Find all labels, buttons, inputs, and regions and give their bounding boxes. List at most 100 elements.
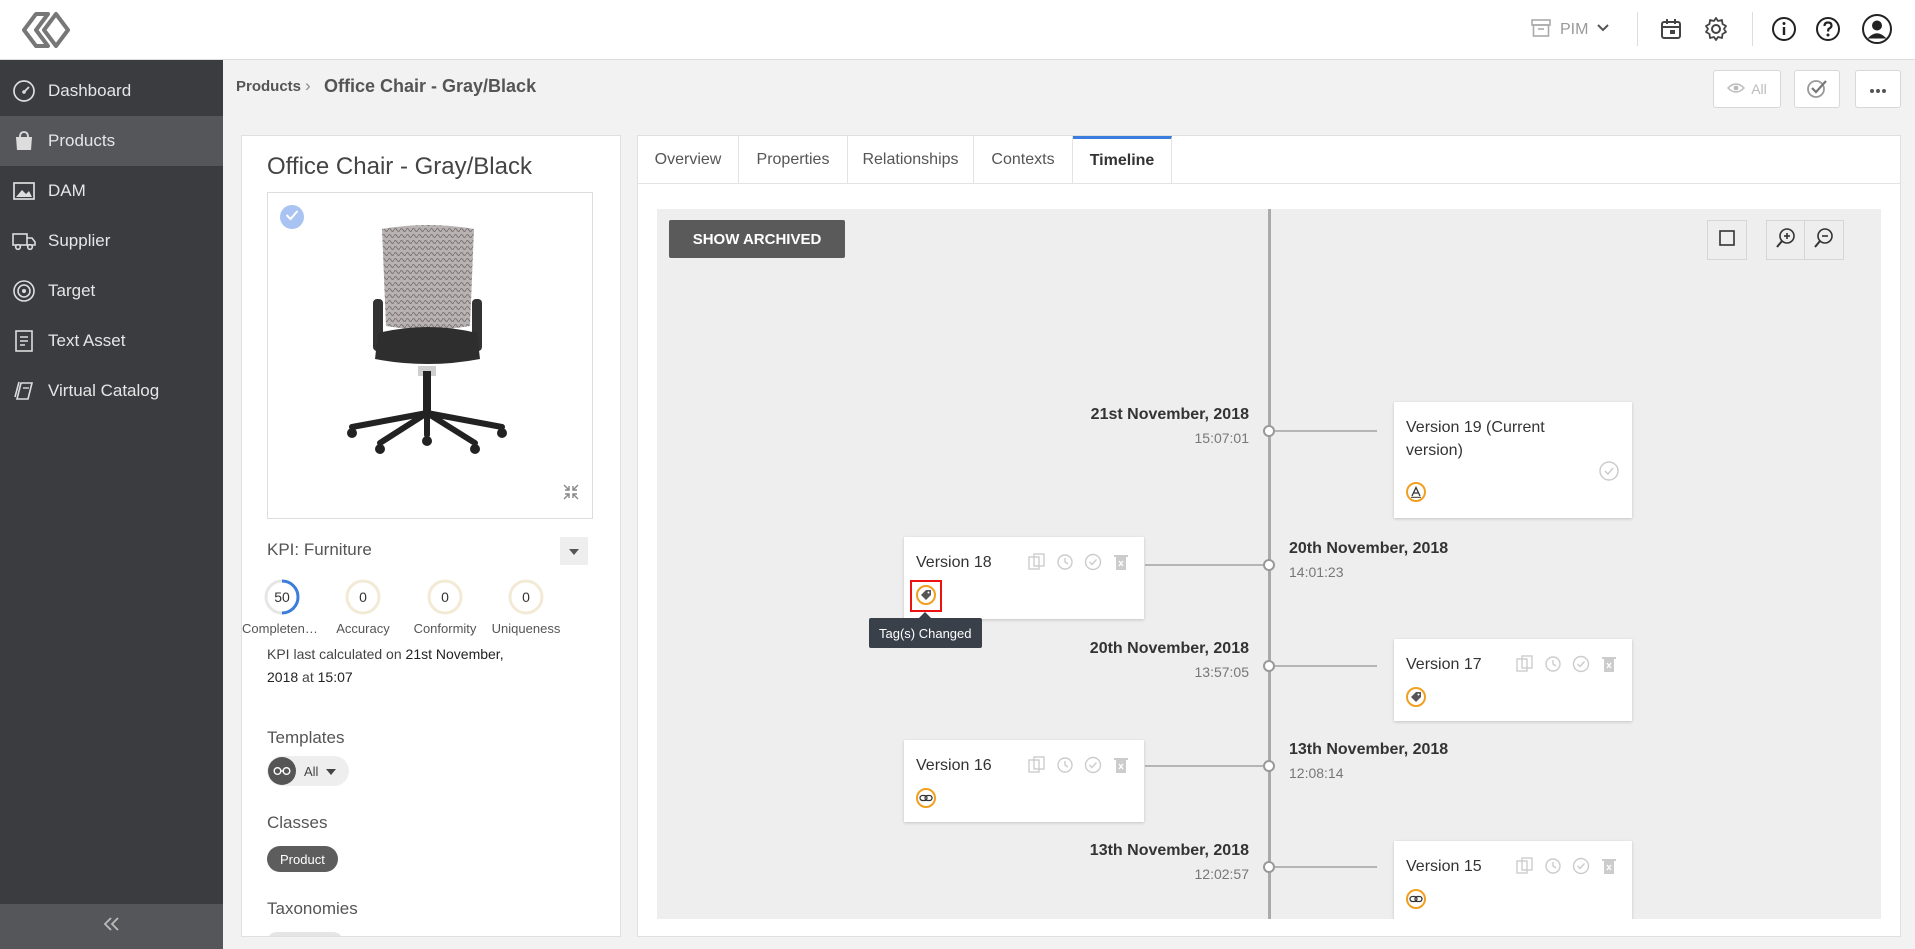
archive-box-icon — [1530, 17, 1552, 44]
settings-gear-icon[interactable] — [1699, 12, 1733, 46]
timeline-node[interactable] — [1263, 559, 1275, 571]
restore-icon[interactable] — [1054, 551, 1076, 573]
version-title: Version 19 (Current version) — [1406, 419, 1545, 459]
user-avatar-icon[interactable] — [1860, 12, 1894, 46]
tab-relationships[interactable]: Relationships — [848, 136, 974, 183]
kpi-conformity[interactable]: 0 Conformity — [405, 579, 485, 636]
timeline-time: 15:07:01 — [1194, 430, 1250, 446]
checkmark-circle-icon[interactable] — [1570, 653, 1592, 675]
sidebar-item-virtual-catalog[interactable]: Virtual Catalog — [0, 366, 223, 416]
sidebar: Dashboard Products DAM Supplier Target T… — [0, 60, 223, 949]
sidebar-item-dashboard[interactable]: Dashboard — [0, 66, 223, 116]
sidebar-item-dam[interactable]: DAM — [0, 166, 223, 216]
timeline-node[interactable] — [1263, 660, 1275, 672]
product-image-frame — [267, 192, 593, 519]
kpi-completeness[interactable]: 50 Completene... — [242, 579, 322, 636]
kpi-accuracy[interactable]: 0 Accuracy — [323, 579, 403, 636]
view-filter-button[interactable]: All — [1713, 70, 1781, 108]
kpi-value: 0 — [359, 589, 367, 605]
delete-icon[interactable] — [1110, 551, 1132, 573]
tab-properties[interactable]: Properties — [739, 136, 848, 183]
dashboard-icon — [0, 79, 48, 103]
checkmark-circle-icon[interactable] — [1570, 855, 1592, 877]
sidebar-item-supplier[interactable]: Supplier — [0, 216, 223, 266]
attribute-changed-icon[interactable] — [1406, 482, 1426, 502]
version-card[interactable]: Version 19 (Current version) — [1394, 402, 1632, 518]
sidebar-item-products[interactable]: Products — [0, 116, 223, 166]
show-archived-button[interactable]: SHOW ARCHIVED — [669, 220, 845, 258]
calendar-icon[interactable] — [1654, 12, 1688, 46]
zoom-out-button[interactable] — [1804, 220, 1844, 260]
kpi-name: Uniqueness — [491, 621, 561, 636]
version-actions — [1514, 653, 1620, 675]
restore-icon[interactable] — [1542, 653, 1564, 675]
kpi-value: 0 — [441, 589, 449, 605]
timeline-node[interactable] — [1263, 425, 1275, 437]
delete-icon[interactable] — [1598, 653, 1620, 675]
kpi-label: KPI: Furniture — [267, 540, 372, 559]
check-button[interactable] — [1794, 70, 1840, 108]
templates-selector[interactable]: All — [267, 756, 349, 786]
timeline-time: 12:02:57 — [1194, 866, 1250, 882]
more-options-button[interactable] — [1855, 70, 1901, 108]
tab-contexts[interactable]: Contexts — [974, 136, 1073, 183]
checkmark-circle-icon[interactable] — [1598, 460, 1620, 487]
timeline-canvas[interactable]: SHOW ARCHIVED 21st November, 2018 15:07:… — [657, 209, 1881, 919]
delete-icon[interactable] — [1598, 855, 1620, 877]
document-icon — [0, 329, 48, 353]
checkmark-icon — [285, 208, 299, 226]
target-icon — [0, 279, 48, 303]
sidebar-item-label: Text Asset — [48, 331, 126, 350]
compare-icon[interactable] — [1514, 653, 1536, 675]
truck-icon — [0, 230, 48, 252]
sidebar-item-label: Products — [48, 131, 116, 150]
kpi-last-calculated: KPI last calculated on 21st November, 20… — [267, 646, 504, 685]
version-card[interactable]: Version 17 — [1394, 639, 1632, 721]
tag-changed-icon[interactable] — [1406, 687, 1426, 707]
tab-timeline[interactable]: Timeline — [1073, 136, 1172, 183]
relationship-changed-icon[interactable] — [916, 788, 936, 808]
collapse-sidebar-button[interactable] — [0, 904, 223, 949]
restore-icon[interactable] — [1054, 754, 1076, 776]
timeline-date: 20th November, 2018 — [1089, 640, 1249, 657]
compare-icon[interactable] — [1026, 551, 1048, 573]
timeline-connector — [1275, 665, 1377, 667]
zoom-in-button[interactable] — [1766, 220, 1806, 260]
kpi-dropdown-button[interactable] — [560, 537, 588, 565]
version-title: Version 15 — [1406, 858, 1482, 875]
timeline-node[interactable] — [1263, 861, 1275, 873]
timeline-time: 12:08:14 — [1289, 765, 1344, 781]
sidebar-item-target[interactable]: Target — [0, 266, 223, 316]
version-actions — [1514, 855, 1620, 877]
taxonomy-chip[interactable] — [267, 932, 343, 936]
select-checkbox[interactable] — [280, 205, 304, 229]
collapse-arrows-icon[interactable] — [562, 483, 580, 506]
delete-icon[interactable] — [1110, 754, 1132, 776]
relationship-changed-icon[interactable] — [1406, 889, 1426, 909]
header-divider — [1637, 12, 1638, 46]
double-chevron-left-icon — [103, 916, 121, 937]
checkmark-circle-icon[interactable] — [1082, 754, 1104, 776]
module-switcher[interactable]: PIM — [1530, 14, 1610, 46]
help-icon[interactable] — [1811, 12, 1845, 46]
sidebar-item-label: DAM — [48, 181, 86, 200]
chevron-down-icon — [1596, 21, 1610, 40]
info-icon[interactable] — [1767, 12, 1801, 46]
breadcrumb-parent-link[interactable]: Products — [236, 78, 301, 95]
compare-icon[interactable] — [1514, 855, 1536, 877]
kpi-uniqueness[interactable]: 0 Uniqueness — [486, 579, 566, 636]
sidebar-item-text-asset[interactable]: Text Asset — [0, 316, 223, 366]
version-card[interactable]: Version 16 — [904, 740, 1144, 822]
checkmark-circle-icon[interactable] — [1082, 551, 1104, 573]
fit-to-screen-button[interactable] — [1707, 220, 1747, 260]
kpi-name: Conformity — [413, 621, 477, 636]
app-logo-icon[interactable] — [22, 10, 70, 50]
compare-icon[interactable] — [1026, 754, 1048, 776]
version-actions — [1026, 551, 1132, 573]
timeline-node[interactable] — [1263, 760, 1275, 772]
tab-overview[interactable]: Overview — [638, 136, 739, 183]
class-chip-product[interactable]: Product — [267, 846, 338, 872]
restore-icon[interactable] — [1542, 855, 1564, 877]
highlight-box — [910, 580, 942, 612]
version-card[interactable]: Version 15 — [1394, 841, 1632, 919]
